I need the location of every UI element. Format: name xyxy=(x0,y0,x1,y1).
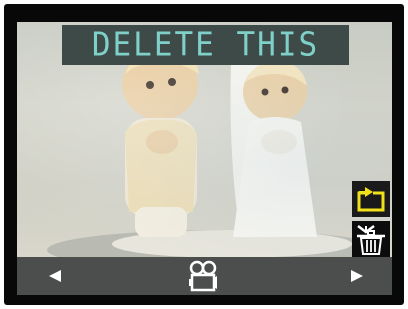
left-arrow-icon xyxy=(49,270,61,282)
video-camera-icon xyxy=(189,260,217,292)
next-button[interactable] xyxy=(347,267,367,285)
undo-return-icon xyxy=(357,187,385,212)
bottom-navigation-bar xyxy=(17,257,392,295)
undo-button[interactable] xyxy=(352,181,390,217)
delete-prompt-banner: DELETE THIS xyxy=(62,25,349,65)
previous-button[interactable] xyxy=(45,267,65,285)
right-arrow-icon xyxy=(351,270,363,282)
delete-prompt-text: DELETE THIS xyxy=(91,26,320,64)
video-mode-indicator xyxy=(185,260,221,292)
delete-trash-icon xyxy=(357,225,385,255)
delete-button[interactable] xyxy=(352,221,390,257)
